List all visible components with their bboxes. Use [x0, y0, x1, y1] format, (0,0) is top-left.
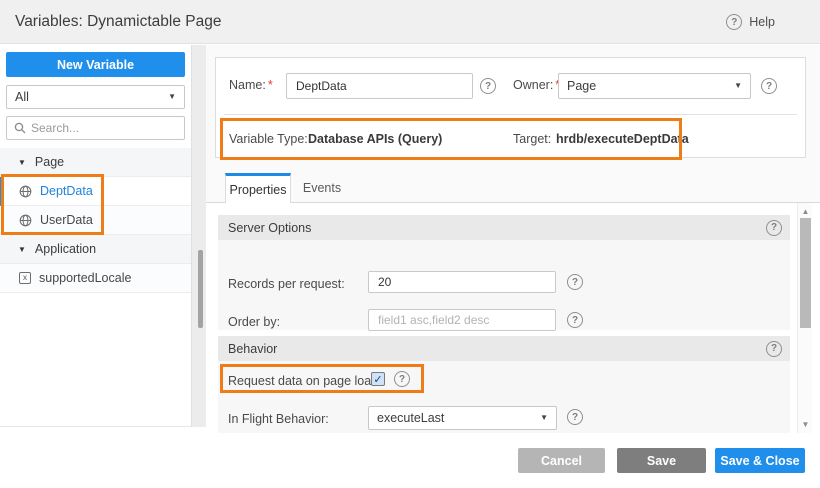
records-help-icon[interactable]: ?: [567, 274, 583, 290]
inflight-behavior-label: In Flight Behavior:: [228, 412, 329, 426]
caret-down-icon: ▼: [734, 82, 750, 90]
content-scrollbar-thumb[interactable]: [800, 218, 811, 328]
variables-tree: ▼ Page DeptData: [0, 148, 191, 293]
page-title: Variables: Dynamictable Page: [15, 0, 222, 44]
sidebar-scrollbar-track[interactable]: [191, 45, 206, 427]
tree-group-label: Page: [35, 155, 64, 169]
inflight-behavior-value: executeLast: [369, 411, 540, 425]
behavior-title: Behavior: [228, 342, 277, 356]
locale-icon-glyph: x: [23, 273, 27, 283]
save-and-close-button[interactable]: Save & Close: [715, 448, 805, 473]
required-asterisk: *: [268, 78, 273, 92]
globe-icon: [19, 214, 32, 227]
owner-help-icon[interactable]: ?: [761, 78, 777, 94]
tree-group-page[interactable]: ▼ Page: [0, 148, 191, 177]
tree-item-supportedlocale[interactable]: x supportedLocale: [0, 264, 191, 293]
tree-item-label: UserData: [40, 213, 93, 227]
help-button[interactable]: ? Help: [726, 0, 775, 44]
target-value: hrdb/executeDeptData: [556, 132, 689, 146]
request-data-label: Request data on page load: [228, 374, 378, 388]
search-icon: [14, 122, 26, 134]
content-scrollbar[interactable]: ▲ ▼: [797, 203, 812, 433]
target-label: Target:: [513, 132, 551, 146]
variable-summary-card: Name:* ? Owner:* Page ▼ ? Variable Type:…: [215, 57, 806, 158]
tab-events-label: Events: [303, 181, 341, 195]
caret-down-icon: ▼: [18, 245, 26, 254]
server-options-help-icon[interactable]: ?: [766, 220, 782, 236]
server-options-header: Server Options ?: [218, 215, 790, 240]
inflight-help-icon[interactable]: ?: [567, 409, 583, 425]
tree-group-label: Application: [35, 242, 96, 256]
new-variable-button[interactable]: New Variable: [6, 52, 185, 77]
order-by-label: Order by:: [228, 315, 280, 329]
tree-item-userdata[interactable]: UserData: [0, 206, 191, 235]
records-per-request-label: Records per request:: [228, 277, 345, 291]
order-by-input[interactable]: [368, 309, 556, 331]
server-options-body: Records per request: ? Order by: ?: [218, 240, 790, 330]
behavior-section: Behavior ? Request data on page load ✓ ?…: [218, 336, 790, 433]
variable-filter-select[interactable]: All ▼: [6, 85, 185, 109]
variable-type-label: Variable Type:: [229, 132, 308, 146]
variables-dialog: Variables: Dynamictable Page ? Help New …: [0, 0, 820, 488]
check-icon: ✓: [373, 373, 382, 386]
tab-properties-label: Properties: [230, 183, 287, 197]
tree-group-application[interactable]: ▼ Application: [0, 235, 191, 264]
name-label: Name:*: [229, 78, 273, 92]
caret-down-icon: ▼: [540, 414, 556, 422]
inflight-behavior-select[interactable]: executeLast ▼: [368, 406, 557, 430]
tab-events[interactable]: Events: [291, 173, 353, 203]
behavior-header: Behavior ?: [218, 336, 790, 361]
save-button[interactable]: Save: [617, 448, 706, 473]
tab-properties[interactable]: Properties: [225, 173, 291, 204]
search-input[interactable]: [31, 121, 184, 135]
tab-bar: Properties Events: [206, 173, 820, 203]
caret-down-icon: ▼: [168, 93, 184, 101]
name-help-icon[interactable]: ?: [480, 78, 496, 94]
cancel-button[interactable]: Cancel: [518, 448, 605, 473]
server-options-title: Server Options: [228, 221, 311, 235]
owner-select[interactable]: Page ▼: [558, 73, 751, 99]
properties-tab-content: Server Options ? Records per request: ? …: [206, 203, 820, 433]
variables-sidebar: New Variable All ▼ ▼ Page: [0, 45, 191, 427]
server-options-section: Server Options ? Records per request: ? …: [218, 215, 790, 330]
dialog-footer: Cancel Save Save & Close: [0, 433, 820, 488]
owner-label: Owner:*: [513, 78, 560, 92]
variable-filter-value: All: [7, 90, 168, 104]
name-input[interactable]: [286, 73, 473, 99]
order-by-help-icon[interactable]: ?: [567, 312, 583, 328]
tree-item-label: supportedLocale: [39, 271, 131, 285]
caret-down-icon: ▼: [18, 158, 26, 167]
request-data-checkbox[interactable]: ✓: [371, 372, 385, 386]
help-icon: ?: [726, 14, 742, 30]
tree-item-deptdata[interactable]: DeptData: [0, 177, 191, 206]
locale-icon: x: [19, 272, 31, 284]
scroll-down-icon[interactable]: ▼: [798, 420, 813, 429]
behavior-body: Request data on page load ✓ ? In Flight …: [218, 361, 790, 433]
behavior-help-icon[interactable]: ?: [766, 341, 782, 357]
records-per-request-input[interactable]: [368, 271, 556, 293]
dialog-header: Variables: Dynamictable Page ? Help: [0, 0, 820, 44]
tree-item-label: DeptData: [40, 184, 93, 198]
scroll-up-icon[interactable]: ▲: [798, 207, 813, 216]
variable-type-value: Database APIs (Query): [308, 132, 442, 146]
request-data-help-icon[interactable]: ?: [394, 371, 410, 387]
variable-search-box[interactable]: [6, 116, 185, 140]
sidebar-scrollbar-thumb[interactable]: [198, 250, 203, 328]
card-divider: [224, 114, 797, 115]
owner-value: Page: [559, 79, 734, 93]
globe-icon: [19, 185, 32, 198]
help-label: Help: [749, 15, 775, 29]
